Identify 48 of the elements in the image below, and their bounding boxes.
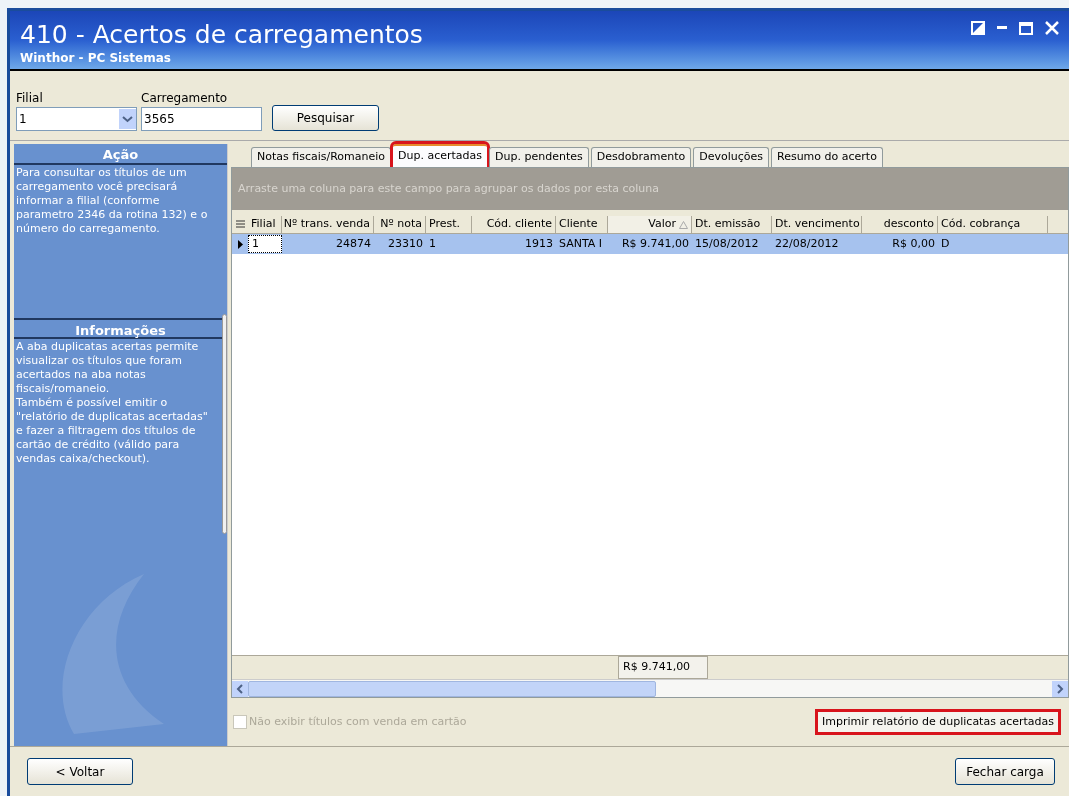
minimize-icon[interactable]: [997, 26, 1007, 30]
sidebar-collapse-handle[interactable]: [222, 314, 227, 534]
tab[interactable]: Notas fiscais/Romaneio: [251, 147, 392, 167]
tab[interactable]: Dup. pendentes: [489, 147, 589, 167]
column-header[interactable]: Nº trans. venda: [282, 216, 374, 233]
search-button[interactable]: Pesquisar: [272, 105, 379, 131]
total-value: R$ 9.741,00: [618, 656, 708, 679]
column-chooser-icon[interactable]: [235, 220, 245, 229]
maximize-icon[interactable]: [1019, 21, 1033, 35]
horizontal-scrollbar[interactable]: [232, 679, 1068, 697]
filial-label: Filial: [16, 90, 44, 107]
scroll-right-icon[interactable]: [1052, 680, 1068, 697]
table-cell-text: 22/08/2012: [774, 235, 840, 252]
table-cell-text: 24874: [335, 235, 372, 252]
current-row-icon: [237, 239, 243, 249]
tab[interactable]: Devoluções: [693, 147, 769, 167]
table-cell-text: R$ 0,00: [891, 235, 936, 252]
close-load-button[interactable]: Fechar carga: [955, 758, 1055, 785]
table-row[interactable]: 1 24874 23310 1 1913 SANTA I R$ 9.741,00 15/08/2012 22/08/2012 R$ 0,00 D: [232, 234, 1068, 254]
tab[interactable]: Dup. acertadas: [393, 144, 488, 167]
back-button[interactable]: < Voltar: [27, 758, 133, 785]
section-text: Para consultar os títulos de um carregamento você precisará informar a filial (conforme parametro 2346 da rotina 132) e o número do carregamento.: [15, 165, 209, 237]
table-cell-text: 23310: [387, 235, 424, 252]
dropdown-caret-icon[interactable]: [119, 109, 136, 129]
table-cell-text: D: [940, 235, 951, 252]
table-cell-text: R$ 9.741,00: [620, 235, 690, 252]
close-icon[interactable]: [1045, 21, 1059, 35]
table-cell-text: 1913: [524, 235, 554, 252]
scrollbar-thumb[interactable]: [248, 680, 656, 697]
tab[interactable]: Resumo do acerto: [771, 147, 883, 167]
table-cell-text: SANTA I: [558, 235, 604, 252]
restore-icon[interactable]: [971, 21, 985, 35]
column-header[interactable]: Cliente: [556, 216, 608, 233]
sort-ascending-icon: [679, 220, 688, 229]
table-cell-text: 1: [428, 235, 437, 252]
window-subtitle: Winthor - PC Sistemas: [20, 50, 172, 67]
section-text: A aba duplicatas acertas permite visualizar os títulos que foram acertados na aba notas fiscais/romaneio. Também é possível emitir o "relatório de duplicatas acertadas" e fazer a filtragem dos títulos de cartão de crédito (válido para vendas caixa/checkout).: [15, 339, 209, 466]
carregamento-label: Carregamento: [141, 90, 229, 107]
column-header[interactable]: Cód. cobrança: [938, 216, 1048, 233]
table-cell-text: 15/08/2012: [694, 235, 760, 252]
column-header[interactable]: Valor: [608, 216, 692, 233]
filial-dropdown[interactable]: 1: [16, 107, 137, 131]
scroll-left-icon[interactable]: [232, 680, 248, 697]
window-title: 410 - Acertos de carregamentos: [20, 21, 423, 49]
tab[interactable]: Desdobramento: [590, 147, 692, 167]
table-cell: 1: [248, 234, 282, 254]
carregamento-field[interactable]: 3565: [141, 107, 262, 131]
print-report-button[interactable]: Imprimir relatório de duplicatas acertadas: [815, 709, 1061, 735]
